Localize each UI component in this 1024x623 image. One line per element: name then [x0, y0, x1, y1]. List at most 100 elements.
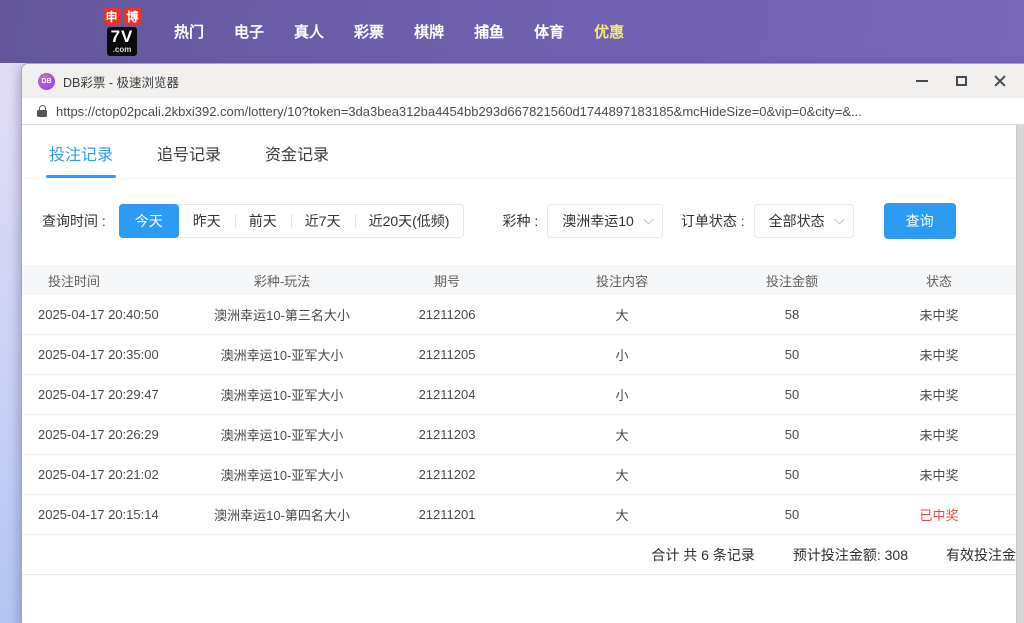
- lottery-select[interactable]: 澳洲幸运10: [547, 204, 663, 238]
- logo-box: 7V .com: [106, 27, 138, 56]
- table-row[interactable]: 2025-04-17 20:35:00 澳洲幸运10-亚军大小 21211205…: [22, 335, 1016, 375]
- desktop: 申 博 7V .com 热门 电子 真人 彩票 棋牌 捕鱼 体育 优惠 DB D…: [0, 0, 1024, 623]
- bet-time: 2025-04-17 20:21:02: [38, 467, 159, 482]
- nav-item-lottery[interactable]: 彩票: [354, 21, 384, 42]
- game-play: 澳洲幸运10-第三名大小: [214, 308, 350, 323]
- logo-badge-left: 申: [102, 7, 121, 25]
- game-play: 澳洲幸运10-亚军大小: [220, 348, 344, 363]
- col-amount: 投注金额: [765, 273, 818, 289]
- time-option-day-before[interactable]: 前天: [234, 205, 291, 237]
- close-button[interactable]: [992, 73, 1008, 89]
- search-button[interactable]: 查询: [883, 203, 956, 239]
- status-badge: 未中奖: [919, 388, 959, 403]
- issue-number: 21211205: [418, 347, 476, 362]
- maximize-icon: [955, 76, 967, 86]
- status-badge: 未中奖: [919, 348, 959, 363]
- vertical-scrollbar[interactable]: [1016, 125, 1024, 623]
- time-option-7days[interactable]: 近7天: [290, 205, 355, 237]
- issue-number: 21211201: [418, 507, 476, 522]
- nav-item-chess[interactable]: 棋牌: [414, 21, 444, 42]
- window-title: DB彩票 - 极速浏览器: [63, 75, 179, 90]
- table-row[interactable]: 2025-04-17 20:29:47 澳洲幸运10-亚军大小 21211204…: [22, 375, 1016, 415]
- nav-item-fishing[interactable]: 捕鱼: [474, 21, 504, 42]
- maximize-button[interactable]: [953, 73, 969, 89]
- nav-item-live[interactable]: 真人: [294, 21, 324, 42]
- bet-amount: 50: [784, 347, 800, 362]
- tab-chase-records[interactable]: 追号记录: [157, 141, 221, 178]
- col-status: 状态: [925, 273, 952, 289]
- col-bet-time: 投注时间: [48, 273, 101, 289]
- col-content: 投注内容: [595, 273, 648, 289]
- minimize-button[interactable]: [914, 73, 930, 89]
- filter-row: 查询时间 : 今天 昨天 前天 近7天 近20天(低频) 彩种 : 澳洲幸运10…: [42, 203, 1016, 239]
- bet-time: 2025-04-17 20:26:29: [38, 427, 159, 442]
- bet-amount: 50: [784, 507, 800, 522]
- status-badge: 未中奖: [919, 468, 959, 483]
- bet-content: 大: [615, 468, 629, 483]
- table-row[interactable]: 2025-04-17 20:40:50 澳洲幸运10-第三名大小 2121120…: [22, 295, 1016, 335]
- window-controls: [914, 73, 1008, 89]
- nav-item-promo[interactable]: 优惠: [594, 21, 624, 42]
- game-play: 澳洲幸运10-亚军大小: [220, 468, 344, 483]
- site-logo[interactable]: 申 博 7V .com: [99, 7, 145, 56]
- bet-time: 2025-04-17 20:15:14: [38, 507, 159, 522]
- time-range-group: 今天 昨天 前天 近7天 近20天(低频): [118, 204, 465, 238]
- lottery-select-value: 澳洲幸运10: [562, 213, 634, 229]
- url-bar[interactable]: https://ctop02pcali.2kbxi392.com/lottery…: [22, 98, 1024, 125]
- window-titlebar[interactable]: DB DB彩票 - 极速浏览器: [22, 64, 1024, 98]
- browser-favicon: DB: [38, 72, 55, 90]
- tab-fund-records[interactable]: 资金记录: [265, 141, 329, 178]
- status-badge: 未中奖: [919, 428, 959, 443]
- time-option-20days[interactable]: 近20天(低频): [354, 205, 464, 237]
- status-badge: 未中奖: [919, 308, 959, 323]
- summary-valid-amount: 有效投注金: [946, 546, 1016, 563]
- bet-time: 2025-04-17 20:35:00: [38, 347, 159, 362]
- table-row[interactable]: 2025-04-17 20:21:02 澳洲幸运10-亚军大小 21211202…: [22, 455, 1016, 495]
- issue-number: 21211204: [418, 387, 476, 402]
- page-content: 投注记录 追号记录 资金记录 查询时间 : 今天 昨天 前天 近7天 近20天(…: [22, 125, 1016, 623]
- bet-amount: 50: [784, 387, 800, 402]
- bet-content: 大: [615, 428, 629, 443]
- browser-window: DB DB彩票 - 极速浏览器 https://ctop02pcali.2kbx…: [21, 63, 1024, 623]
- game-play: 澳洲幸运10-第四名大小: [214, 508, 350, 523]
- logo-sub-text: .com: [112, 45, 132, 54]
- nav-item-sports[interactable]: 体育: [534, 21, 564, 42]
- logo-badge-right: 博: [123, 7, 142, 25]
- chevron-down-icon: [834, 214, 845, 225]
- minimize-icon: [916, 80, 928, 82]
- order-status-select[interactable]: 全部状态: [753, 204, 854, 238]
- bet-amount: 58: [784, 307, 800, 322]
- col-issue: 期号: [433, 273, 460, 289]
- summary-total: 合计 共 6 条记录: [651, 546, 755, 563]
- table-row[interactable]: 2025-04-17 20:26:29 澳洲幸运10-亚军大小 21211203…: [22, 415, 1016, 455]
- time-option-today[interactable]: 今天: [118, 204, 179, 238]
- col-game-play: 彩种-玩法: [253, 273, 311, 289]
- bet-content: 小: [615, 388, 629, 403]
- url-text[interactable]: https://ctop02pcali.2kbxi392.com/lottery…: [56, 104, 862, 119]
- lottery-filter-label: 彩种 :: [502, 213, 539, 229]
- issue-number: 21211203: [418, 427, 476, 442]
- chevron-down-icon: [643, 214, 654, 225]
- status-badge: 已中奖: [919, 508, 959, 523]
- tab-bet-records[interactable]: 投注记录: [45, 141, 117, 178]
- lock-icon: [37, 105, 47, 117]
- nav-item-electronic[interactable]: 电子: [234, 21, 264, 42]
- table-row[interactable]: 2025-04-17 20:15:14 澳洲幸运10-第四名大小 2121120…: [22, 495, 1016, 535]
- bet-time: 2025-04-17 20:29:47: [38, 387, 159, 402]
- game-play: 澳洲幸运10-亚军大小: [220, 388, 344, 403]
- bet-amount: 50: [784, 467, 800, 482]
- bet-content: 小: [615, 348, 629, 363]
- table-header: 投注时间 彩种-玩法 期号 投注内容 投注金额 状态: [22, 265, 1016, 295]
- order-status-value: 全部状态: [768, 213, 825, 229]
- summary-expected-amount: 预计投注金额: 308: [792, 546, 908, 563]
- game-play: 澳洲幸运10-亚军大小: [220, 428, 344, 443]
- table-summary: 合计 共 6 条记录 预计投注金额: 308 有效投注金: [22, 535, 1016, 575]
- nav-item-hot[interactable]: 热门: [174, 21, 204, 42]
- issue-number: 21211206: [418, 307, 476, 322]
- time-option-yesterday[interactable]: 昨天: [179, 205, 235, 237]
- site-topbar: 申 博 7V .com 热门 电子 真人 彩票 棋牌 捕鱼 体育 优惠: [0, 0, 1024, 63]
- close-icon: [993, 74, 1007, 88]
- record-tabs: 投注记录 追号记录 资金记录: [22, 125, 1016, 179]
- bet-content: 大: [615, 508, 629, 523]
- time-filter-label: 查询时间 :: [42, 213, 106, 229]
